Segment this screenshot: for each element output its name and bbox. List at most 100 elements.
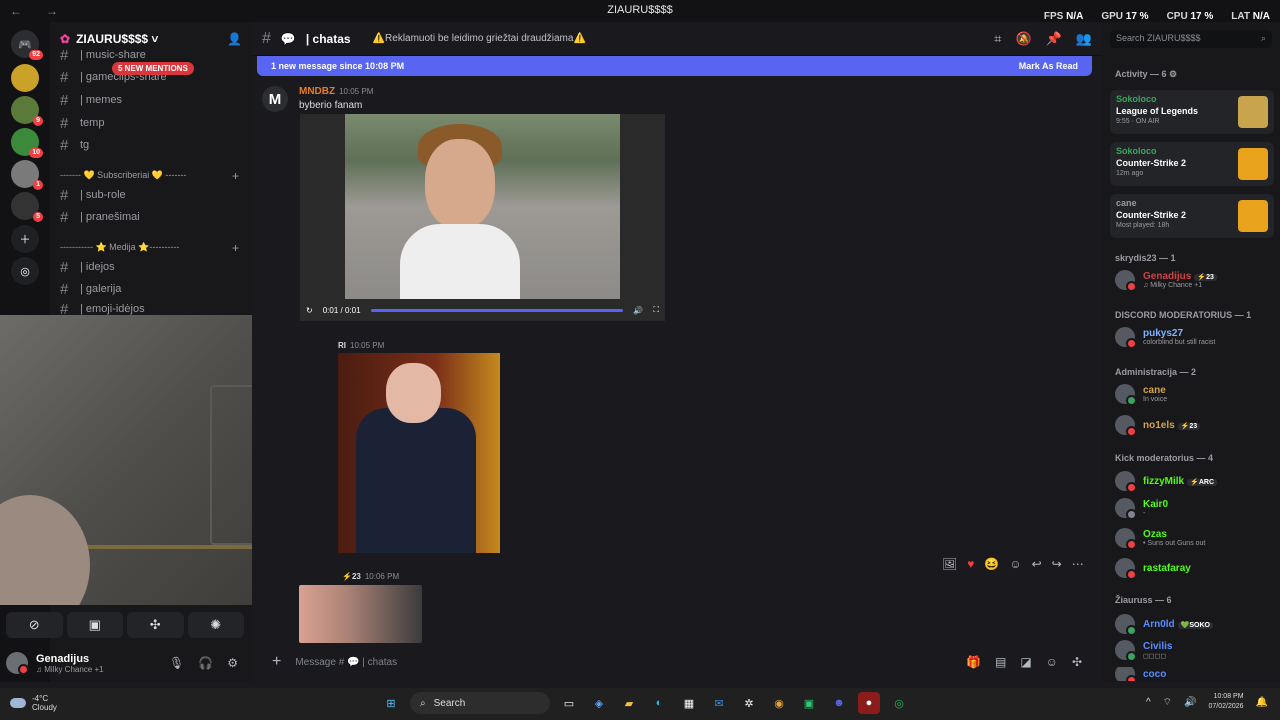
- forward-icon[interactable]: ↪: [1052, 557, 1062, 571]
- member-item[interactable]: fizzyMilk ⚡ARC: [1115, 471, 1275, 493]
- apps-icon[interactable]: ✣: [1072, 655, 1082, 669]
- video-embed[interactable]: ↻ 0:01 / 0:01 🔊 ⛶: [300, 114, 665, 321]
- more-icon[interactable]: ⋯: [1072, 557, 1084, 571]
- app-icon[interactable]: ✲: [738, 692, 760, 714]
- add-member-icon[interactable]: 👤: [227, 32, 242, 46]
- channel-idejos[interactable]: # | idejos: [60, 258, 115, 276]
- member-item[interactable]: Genadijus ⚡23 ♫ Milky Chance +1: [1115, 270, 1275, 292]
- heart-icon[interactable]: ♥: [967, 557, 974, 571]
- member-item[interactable]: no1els ⚡23: [1115, 415, 1275, 437]
- server-icon-2[interactable]: 9: [11, 96, 43, 126]
- channel-galerija[interactable]: # | galerija: [60, 280, 121, 298]
- pin-icon[interactable]: 📌: [1046, 31, 1062, 47]
- member-list-icon[interactable]: 👥: [1076, 31, 1092, 47]
- gear-icon[interactable]: ⚙: [227, 656, 238, 670]
- copilot-icon[interactable]: ◈: [588, 692, 610, 714]
- message-author[interactable]: MNDBZ 10:05 PM: [299, 86, 373, 97]
- soundboard-icon[interactable]: ✺: [187, 612, 244, 638]
- activity-card[interactable]: Sokoloco League of Legends 9:55 · ON AIR: [1110, 90, 1274, 134]
- taskbar-search[interactable]: ⌕ Search: [410, 692, 550, 714]
- message-author[interactable]: RI 10:05 PM: [338, 341, 384, 350]
- mark-as-read-button[interactable]: Mark As Read: [1019, 61, 1078, 71]
- member-item[interactable]: Arn0ld 💚SOKO: [1115, 614, 1275, 636]
- microphone-icon[interactable]: 🎙: [169, 656, 184, 670]
- avatar[interactable]: M: [262, 86, 288, 112]
- member-item[interactable]: rastafaray: [1115, 558, 1275, 580]
- camera-off-icon[interactable]: ⊘: [6, 612, 63, 638]
- channel-emoji-idejos[interactable]: # | emoji-idėjos: [60, 303, 145, 315]
- volume-icon[interactable]: 🔊: [633, 306, 643, 315]
- member-item[interactable]: pukys27 colorblind but still racist: [1115, 327, 1275, 349]
- gift-icon[interactable]: 🎁: [966, 655, 981, 669]
- activity-header[interactable]: Activity — 6 ⚙: [1115, 69, 1177, 80]
- activity-card[interactable]: cane Counter-Strike 2 Most played: 18h: [1110, 194, 1274, 238]
- threads-icon[interactable]: ⌗: [994, 31, 1001, 47]
- server-icon-1[interactable]: [11, 64, 39, 92]
- member-item[interactable]: cane In voice: [1115, 384, 1275, 406]
- reply-icon[interactable]: ↩: [1032, 557, 1042, 571]
- file-explorer-icon[interactable]: ▰: [618, 692, 640, 714]
- activity-card[interactable]: Sokoloco Counter-Strike 2 12m ago: [1110, 142, 1274, 186]
- member-item[interactable]: Civilis ◻◻◻◻: [1115, 640, 1275, 662]
- clock[interactable]: 10:08 PM 07/02/2026: [1209, 692, 1244, 712]
- discord-home-icon[interactable]: 🎮 92: [11, 30, 43, 60]
- replay-icon[interactable]: ↻: [306, 306, 313, 315]
- chevron-up-icon[interactable]: ^: [1146, 697, 1151, 708]
- server-icon-3[interactable]: 10: [11, 128, 43, 158]
- member-item[interactable]: coco: [1115, 667, 1275, 681]
- discover-icon[interactable]: ◎: [11, 257, 39, 285]
- message-author[interactable]: ⚡23 10:06 PM: [342, 572, 399, 581]
- image-attachment[interactable]: [338, 353, 500, 553]
- edge-icon[interactable]: ◐: [648, 692, 670, 714]
- fullscreen-icon[interactable]: ⛶: [653, 305, 659, 315]
- react-image-icon[interactable]: 🖼: [942, 557, 957, 571]
- channel-tg[interactable]: # tg: [60, 136, 89, 154]
- activities-icon[interactable]: ✣: [127, 612, 184, 638]
- channel-temp[interactable]: # temp: [60, 114, 104, 132]
- image-attachment[interactable]: [299, 585, 422, 643]
- channel-memes[interactable]: # | memes: [60, 91, 122, 109]
- server-icon-4[interactable]: 1: [11, 160, 43, 190]
- member-item[interactable]: Kair0-: [1115, 498, 1275, 520]
- mute-icon[interactable]: 🔕: [1015, 31, 1031, 47]
- counter-strike-icon: [1238, 200, 1268, 232]
- notification-icon[interactable]: 🔔: [1256, 697, 1268, 708]
- weather-widget[interactable]: -4°C Cloudy: [10, 694, 57, 712]
- task-view-icon[interactable]: ▭: [558, 692, 580, 714]
- chrome-icon[interactable]: ◉: [768, 692, 790, 714]
- new-messages-bar[interactable]: 1 new message since 10:08 PM Mark As Rea…: [257, 56, 1092, 76]
- message-input[interactable]: Message # 💬 | chatas: [295, 657, 397, 668]
- server-icon-ziauru[interactable]: 5: [11, 192, 43, 222]
- search-input[interactable]: Search ZIAURU$$$$ ⌕: [1110, 30, 1272, 48]
- new-mentions-badge[interactable]: 5 NEW MENTIONS: [112, 62, 194, 75]
- screen-share-icon[interactable]: ▣: [66, 612, 123, 638]
- add-server-icon[interactable]: ＋: [11, 225, 39, 253]
- channel-name: | chatas: [305, 31, 351, 46]
- attach-plus-icon[interactable]: +: [272, 653, 281, 671]
- mail-icon[interactable]: ✉: [708, 692, 730, 714]
- laugh-icon[interactable]: 😆: [984, 557, 999, 571]
- video-progress[interactable]: [370, 308, 624, 312]
- headphones-icon[interactable]: 🎧: [198, 656, 213, 670]
- gif-icon[interactable]: ▤: [995, 655, 1006, 669]
- obs-icon[interactable]: ●: [858, 692, 880, 714]
- sticker-icon[interactable]: ◪: [1020, 655, 1031, 669]
- windows-taskbar: -4°C Cloudy ⊞ ⌕ Search ▭ ◈ ▰ ◐ ▦ ✉ ✲ ◉ ▣ ☻…: [0, 688, 1280, 720]
- volume-icon[interactable]: 🔊: [1184, 697, 1196, 708]
- start-icon[interactable]: ⊞: [380, 692, 402, 714]
- wifi-icon[interactable]: ⌔: [1163, 696, 1172, 709]
- emoji-icon[interactable]: ☺: [1046, 655, 1058, 669]
- add-reaction-icon[interactable]: ☺: [1009, 557, 1021, 571]
- member-item[interactable]: Ozas • Suns out Guns out: [1115, 528, 1275, 550]
- avatar: [1115, 270, 1137, 292]
- channel-pranesimai[interactable]: # | pranešimai: [60, 208, 140, 226]
- discord-icon[interactable]: ☻: [828, 692, 850, 714]
- category-subscriberiai[interactable]: ------- 💛 Subscriberiai 💛 ------- +: [60, 169, 239, 183]
- store-icon[interactable]: ▦: [678, 692, 700, 714]
- channel-sub-role[interactable]: # | sub-role: [60, 186, 126, 204]
- avatar[interactable]: [6, 652, 29, 675]
- category-medija[interactable]: ----------- ⭐ Medija ⭐---------- +: [60, 241, 239, 255]
- spotify-icon[interactable]: ◎: [888, 692, 910, 714]
- app-icon-green[interactable]: ▣: [798, 692, 820, 714]
- message-composer[interactable]: + Message # 💬 | chatas 🎁 ▤ ◪ ☺ ✣: [262, 650, 1092, 674]
